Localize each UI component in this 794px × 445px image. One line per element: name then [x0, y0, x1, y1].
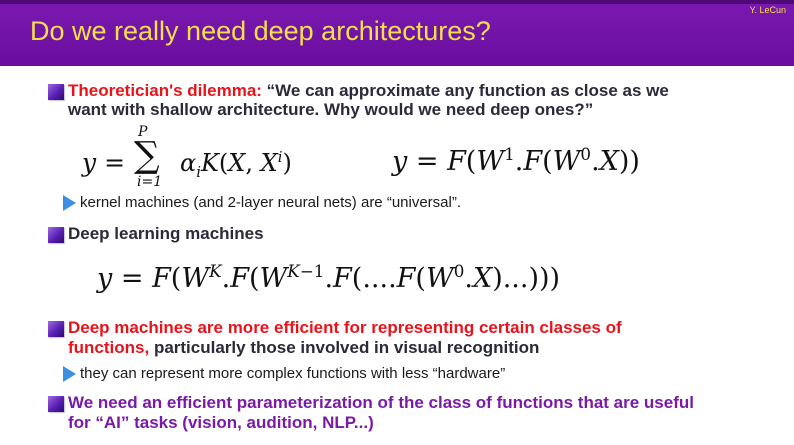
author-label: Y. LeCun	[749, 5, 786, 15]
eq-sum-lower: i=1	[137, 174, 163, 190]
square-bullet-icon	[48, 396, 64, 412]
bullet-1-heading: Theoretician's dilemma:	[68, 81, 262, 100]
sub-bullet-1: kernel machines (and 2-layer neural nets…	[80, 194, 462, 211]
bullet-4-line-2: for “AI” tasks (vision, audition, NLP...…	[68, 413, 374, 432]
eq-sigma-symbol: ∑	[134, 135, 160, 176]
triangle-bullet-icon	[63, 366, 76, 382]
bullet-3-text: particularly those involved in visual re…	[149, 338, 540, 357]
triangle-bullet-icon	[63, 195, 76, 211]
bullet-3-heading-line-1: Deep machines are more efficient for rep…	[68, 318, 622, 337]
bullet-4-line-1: We need an efficient parameterization of…	[68, 393, 694, 412]
bullet-1-text: “We can approximate any function as clos…	[261, 81, 669, 100]
eq-shallow: y = F(W1.F(W0.X))	[392, 144, 640, 177]
eq-sum-term: αiK(X, Xi)	[180, 148, 292, 181]
bullet-3-heading-line-2: functions,	[68, 338, 150, 357]
sub-bullet-2: they can represent more complex function…	[80, 365, 506, 382]
slide-header: Do we really need deep architectures? Y.…	[0, 0, 794, 66]
bullet-2-heading: Deep learning machines	[68, 224, 264, 243]
eq-sum-lhs: y =	[82, 148, 126, 177]
slide-title: Do we really need deep architectures?	[30, 16, 491, 46]
square-bullet-icon	[48, 321, 64, 337]
bullet-1-line-2: want with shallow architecture. Why woul…	[68, 100, 594, 119]
square-bullet-icon	[48, 227, 64, 243]
eq-deep: y = F(WK.F(WK−1.F(....F(W0.X)...)))	[97, 261, 561, 294]
bullet-3-line-2: functions, particularly those involved i…	[68, 338, 539, 358]
bullet-1-line-1: Theoretician's dilemma: “We can approxim…	[68, 81, 669, 101]
square-bullet-icon	[48, 84, 64, 100]
header-top-border	[0, 0, 794, 4]
